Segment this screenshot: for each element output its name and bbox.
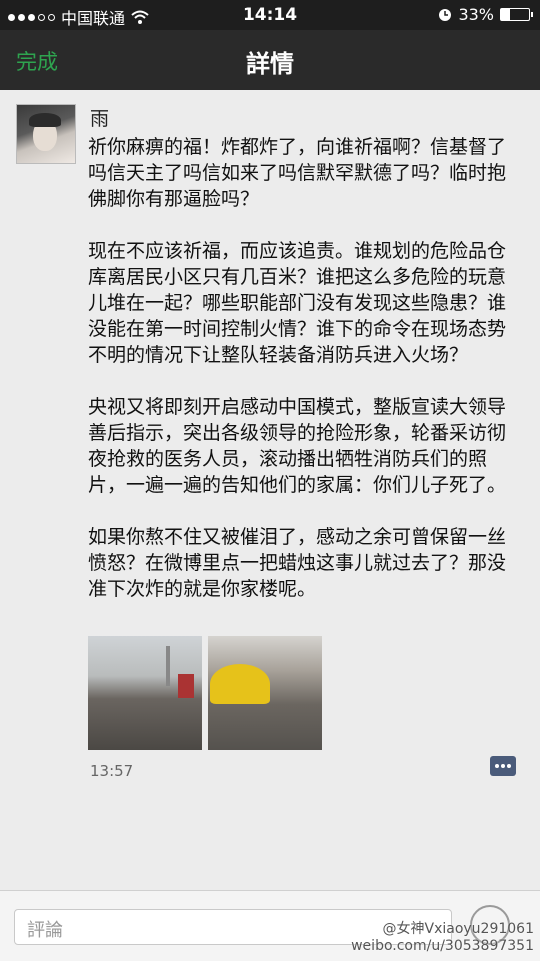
nav-bar: 完成 詳情 xyxy=(0,30,540,90)
status-right: 33% xyxy=(438,5,533,24)
post-paragraph: 央视又将即刻开启感动中国模式，整版宣读大领导善后指示，突出各级领导的抢险形象，轮… xyxy=(88,396,507,496)
post-image-explosion-site[interactable] xyxy=(88,636,202,750)
post-text: 祈你麻痹的福！炸都炸了，向谁祈福啊？信基督了吗信天主了吗信如来了吗信默罕默德了吗… xyxy=(88,134,516,628)
post-image-firefighter-helmet[interactable] xyxy=(208,636,322,750)
page-title: 詳情 xyxy=(246,50,294,78)
post-paragraph: 如果你熬不住又被催泪了，感动之余可曾保留一丝愤怒？在微博里点一把蜡烛这事儿就过去… xyxy=(88,526,507,600)
battery-icon xyxy=(500,8,533,21)
post-card: 雨 祈你麻痹的福！炸都炸了，向谁祈福啊？信基督了吗信天主了吗信如来了吗信默罕默德… xyxy=(0,90,540,890)
post-images xyxy=(88,636,322,750)
alarm-icon xyxy=(439,8,452,21)
post-paragraph: 祈你麻痹的福！炸都炸了，向谁祈福啊？信基督了吗信天主了吗信如来了吗信默罕默德了吗… xyxy=(88,136,507,210)
post-paragraph: 现在不应该祈福，而应该追责。谁规划的危险品仓库离居民小区只有几百米？谁把这么多危… xyxy=(88,240,507,366)
post-time: 13:57 xyxy=(90,762,134,780)
status-bar: 中国联通 14:14 33% xyxy=(0,0,540,30)
comment-icon[interactable] xyxy=(490,756,516,776)
watermark-handle: @女神Vxiaoyu291061 xyxy=(382,921,535,937)
battery-percent: 33% xyxy=(458,5,494,24)
watermark-url: weibo.com/u/3053897351 xyxy=(351,938,534,954)
avatar[interactable] xyxy=(16,104,76,164)
post-username[interactable]: 雨 xyxy=(90,104,109,131)
